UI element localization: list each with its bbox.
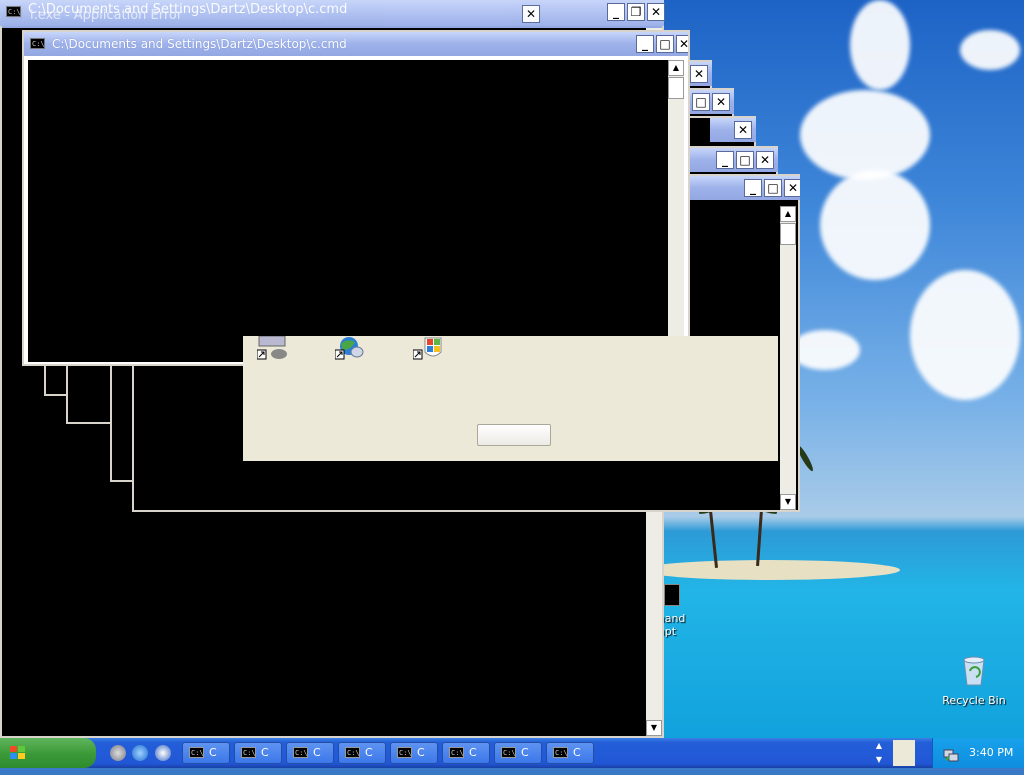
close-icon[interactable]: ✕ bbox=[756, 151, 774, 169]
scroll-up-button[interactable]: ▲ bbox=[668, 60, 684, 76]
scroll-down-button[interactable]: ▼ bbox=[780, 494, 796, 510]
minimize-icon[interactable]: _ bbox=[716, 151, 734, 169]
cmd-icon: C:\ bbox=[345, 747, 360, 758]
maximize-icon[interactable]: □ bbox=[764, 179, 782, 197]
back-window-controls: _ ❐ ✕ bbox=[543, 0, 665, 26]
task-button-label: C bbox=[365, 746, 373, 759]
close-icon[interactable]: ✕ bbox=[712, 93, 730, 111]
main-console-window[interactable]: C:\ C:\Documents and Settings\Dartz\Desk… bbox=[22, 30, 690, 366]
task-button-label: C bbox=[521, 746, 529, 759]
error-window-title: i.exe - Application Error bbox=[30, 8, 183, 23]
maximize-icon[interactable]: □ bbox=[736, 151, 754, 169]
task-button-label: C bbox=[417, 746, 425, 759]
task-button-label: C bbox=[573, 746, 581, 759]
cloud-shape bbox=[820, 170, 930, 280]
main-window-title: C:\Documents and Settings\Dartz\Desktop\… bbox=[52, 37, 347, 51]
restore-icon[interactable]: ❐ bbox=[627, 3, 645, 21]
console-output-area[interactable] bbox=[28, 60, 668, 362]
scroll-down-button[interactable]: ▼ bbox=[646, 720, 662, 736]
media-player-icon[interactable] bbox=[155, 745, 171, 761]
taskbar: C:\ C C:\ C C:\ C C:\ C C:\ C C:\ C C:\ … bbox=[0, 738, 1024, 768]
clock[interactable]: 3:40 PM bbox=[969, 738, 1013, 768]
system-tray: 3:40 PM bbox=[932, 738, 1024, 768]
palm-trunk bbox=[708, 510, 719, 568]
cmd-icon: C:\ bbox=[30, 38, 45, 49]
front-right-titlebar[interactable]: _ □ ✕ bbox=[690, 176, 800, 200]
command-prompt-shortcut-icon[interactable] bbox=[664, 584, 680, 606]
recycle-bin-label[interactable]: Recycle Bin bbox=[939, 694, 1009, 707]
recycle-bin-icon[interactable] bbox=[960, 656, 988, 686]
cloud-shape bbox=[790, 330, 860, 370]
minimize-icon[interactable]: _ bbox=[636, 35, 654, 53]
cloud-shape bbox=[960, 30, 1020, 70]
windows-update-icon[interactable] bbox=[412, 336, 445, 362]
close-icon[interactable]: ✕ bbox=[522, 5, 540, 23]
taskbar-scroll-down-icon[interactable]: ▼ bbox=[872, 754, 886, 766]
close-icon[interactable]: ✕ bbox=[690, 65, 708, 83]
close-icon[interactable]: ✕ bbox=[676, 35, 688, 53]
scroll-thumb[interactable] bbox=[668, 77, 684, 99]
dialog-button[interactable] bbox=[477, 424, 551, 446]
cmd-icon: C:\ bbox=[449, 747, 464, 758]
island-shape bbox=[640, 560, 900, 580]
dialog-fragment bbox=[243, 335, 778, 461]
task-button-cmd[interactable]: C:\ C bbox=[338, 742, 386, 764]
cmd-icon: C:\ bbox=[501, 747, 516, 758]
close-icon[interactable]: ✕ bbox=[784, 179, 800, 197]
task-button-cmd[interactable]: C:\ C bbox=[286, 742, 334, 764]
network-tray-icon[interactable] bbox=[943, 745, 959, 762]
close-icon[interactable]: ✕ bbox=[647, 3, 665, 21]
cloud-shape bbox=[910, 270, 1020, 400]
task-button-cmd[interactable]: C:\ C bbox=[182, 742, 230, 764]
scroll-thumb[interactable] bbox=[780, 223, 796, 245]
windows-logo-icon bbox=[10, 746, 26, 760]
cmd-icon: C:\ bbox=[397, 747, 412, 758]
stacked-titlebar[interactable]: □ ✕ bbox=[688, 90, 734, 114]
cmd-icon: C:\ bbox=[6, 6, 21, 17]
palm-trunk bbox=[756, 509, 763, 567]
task-button-cmd[interactable]: C:\ C bbox=[234, 742, 282, 764]
scroll-up-button[interactable]: ▲ bbox=[780, 206, 796, 222]
maximize-icon[interactable]: □ bbox=[692, 93, 710, 111]
error-window-titlebar[interactable]: C:\ C:\Documents and Settings\Dartz\Desk… bbox=[0, 0, 543, 26]
start-button[interactable] bbox=[0, 738, 96, 768]
cmd-icon: C:\ bbox=[189, 747, 204, 758]
task-button-cmd[interactable]: C:\ C bbox=[494, 742, 542, 764]
task-button-label: C bbox=[469, 746, 477, 759]
network-drive-icon[interactable] bbox=[256, 335, 289, 362]
close-icon[interactable]: ✕ bbox=[734, 121, 752, 139]
task-button-cmd[interactable]: C:\ C bbox=[390, 742, 438, 764]
minimize-icon[interactable]: _ bbox=[744, 179, 762, 197]
task-button-cmd[interactable]: C:\ C bbox=[546, 742, 594, 764]
cmd-icon: C:\ bbox=[241, 747, 256, 758]
task-button-label: C bbox=[313, 746, 321, 759]
cmd-icon: C:\ bbox=[553, 747, 568, 758]
cloud-shape bbox=[800, 90, 930, 180]
main-window-titlebar[interactable]: C:\ C:\Documents and Settings\Dartz\Desk… bbox=[24, 32, 688, 56]
taskbar-blank-button[interactable] bbox=[893, 740, 915, 766]
task-button-cmd[interactable]: C:\ C bbox=[442, 742, 490, 764]
task-button-label: C bbox=[261, 746, 269, 759]
front-right-scrollbar[interactable]: ▲ ▼ bbox=[780, 206, 796, 510]
stacked-titlebar[interactable]: ✕ bbox=[710, 118, 756, 142]
task-button-label: C bbox=[209, 746, 217, 759]
cloud-shape bbox=[850, 0, 910, 90]
internet-explorer-icon[interactable] bbox=[132, 745, 148, 761]
main-scrollbar[interactable]: ▲ bbox=[668, 60, 684, 362]
stacked-titlebar[interactable]: _ □ ✕ bbox=[690, 148, 778, 172]
minimize-icon[interactable]: _ bbox=[607, 3, 625, 21]
maximize-icon[interactable]: □ bbox=[656, 35, 674, 53]
taskbar-scroll-up-icon[interactable]: ▲ bbox=[872, 740, 886, 752]
cmd-icon: C:\ bbox=[293, 747, 308, 758]
show-desktop-icon[interactable] bbox=[110, 745, 126, 761]
internet-connection-icon[interactable] bbox=[334, 336, 367, 362]
